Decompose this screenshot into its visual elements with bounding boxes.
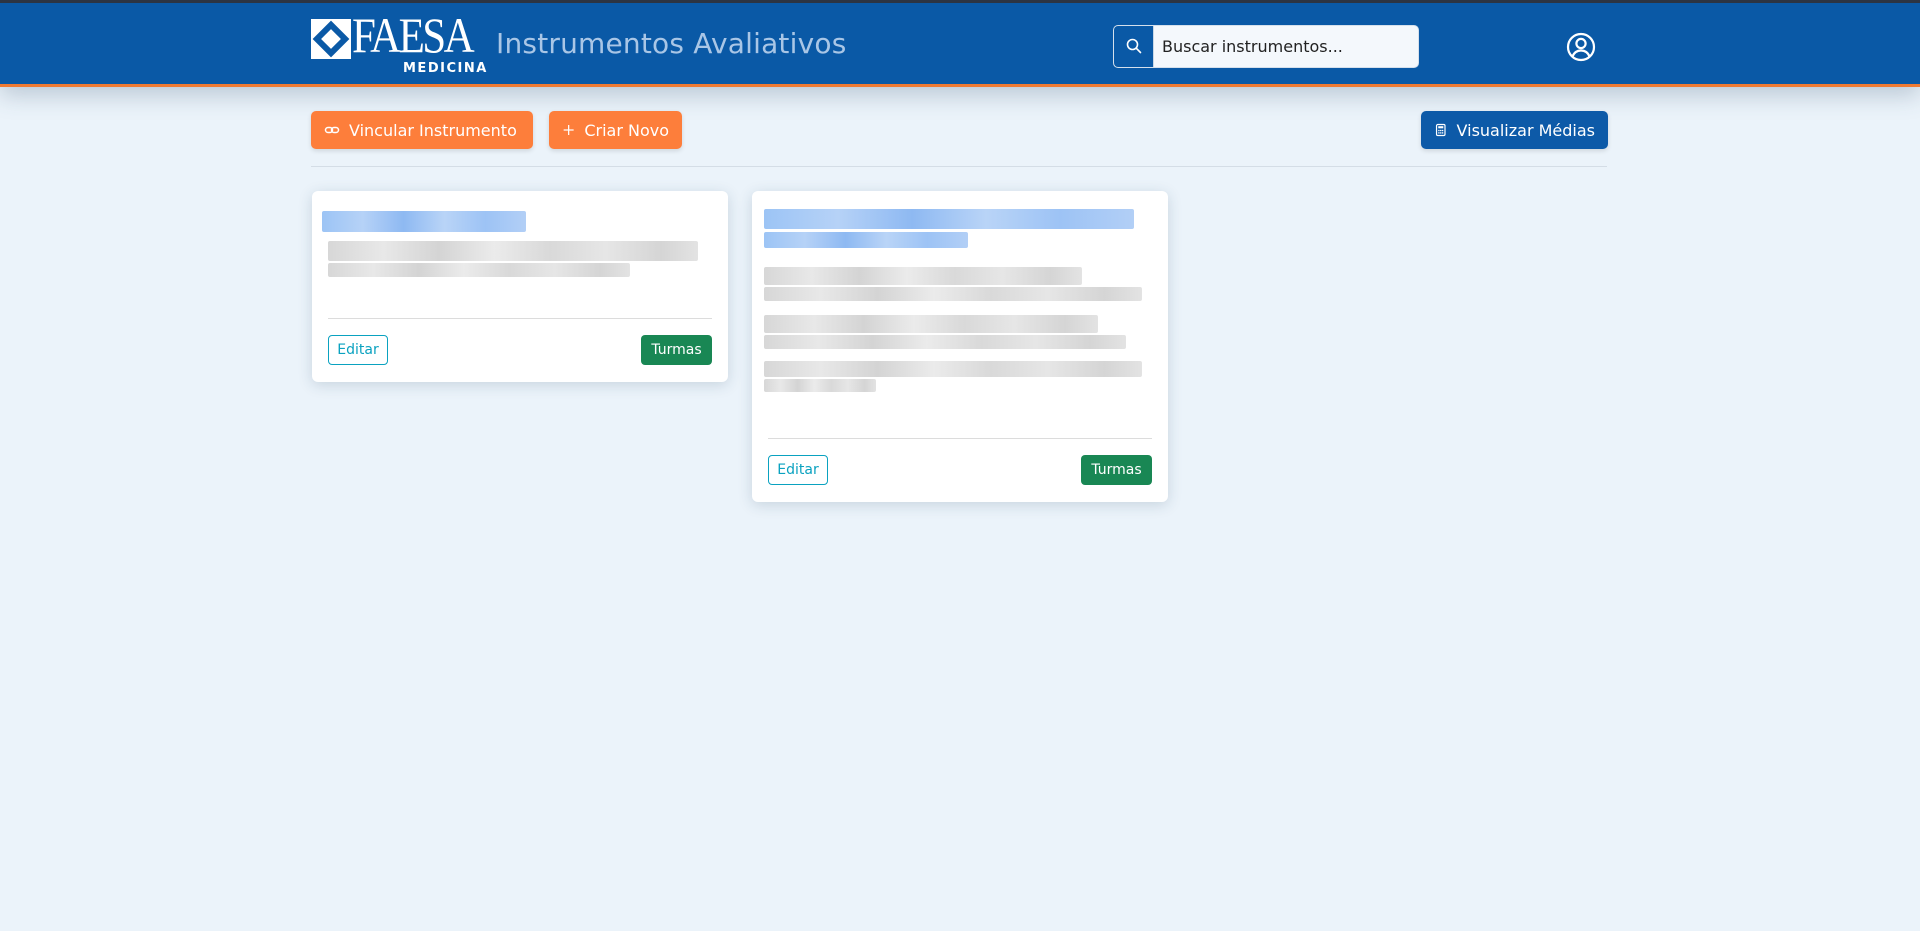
- link-icon: [324, 126, 340, 134]
- page-title: Instrumentos Avaliativos: [496, 27, 847, 60]
- calculator-icon: [1435, 123, 1446, 137]
- search-input[interactable]: [1156, 27, 1414, 66]
- top-navbar: FAESA MEDICINA Instrumentos Avaliativos: [0, 0, 1920, 87]
- card-description-redacted: [764, 379, 876, 392]
- create-new-label: Criar Novo: [584, 120, 669, 140]
- view-averages-label: Visualizar Médias: [1456, 120, 1595, 140]
- view-averages-button[interactable]: Visualizar Médias: [1421, 111, 1608, 149]
- faesa-logo[interactable]: FAESA MEDICINA: [311, 10, 486, 77]
- card-description-redacted: [764, 361, 1142, 377]
- card-description-redacted: [328, 241, 698, 261]
- link-instrument-label: Vincular Instrumento: [349, 120, 517, 140]
- search-icon: [1126, 38, 1142, 54]
- turmas-button[interactable]: Turmas: [1081, 455, 1152, 485]
- search-button[interactable]: [1114, 26, 1154, 67]
- link-instrument-button[interactable]: Vincular Instrumento: [311, 111, 533, 149]
- card-divider: [328, 318, 712, 319]
- card-title-redacted: [322, 211, 526, 232]
- search-box: [1113, 25, 1419, 68]
- user-circle-icon[interactable]: [1566, 32, 1596, 62]
- card-title-redacted: [764, 209, 1134, 229]
- card-description-redacted: [764, 315, 1098, 333]
- toolbar-divider: [311, 166, 1607, 167]
- instrument-card: Editar Turmas: [312, 191, 728, 382]
- logo-wordmark: FAESA: [352, 7, 475, 63]
- card-description-redacted: [328, 263, 630, 277]
- logo-diamond-icon: [311, 19, 351, 59]
- turmas-button[interactable]: Turmas: [641, 335, 712, 365]
- edit-button[interactable]: Editar: [328, 335, 388, 365]
- card-description-redacted: [764, 335, 1126, 349]
- card-title-redacted: [764, 232, 968, 248]
- create-new-button[interactable]: Criar Novo: [549, 111, 682, 149]
- plus-icon: [563, 125, 574, 135]
- edit-button[interactable]: Editar: [768, 455, 828, 485]
- card-description-redacted: [764, 267, 1082, 285]
- card-divider: [768, 438, 1152, 439]
- instrument-card: Editar Turmas: [752, 191, 1168, 502]
- card-description-redacted: [764, 287, 1142, 301]
- logo-subtext: MEDICINA: [403, 61, 488, 76]
